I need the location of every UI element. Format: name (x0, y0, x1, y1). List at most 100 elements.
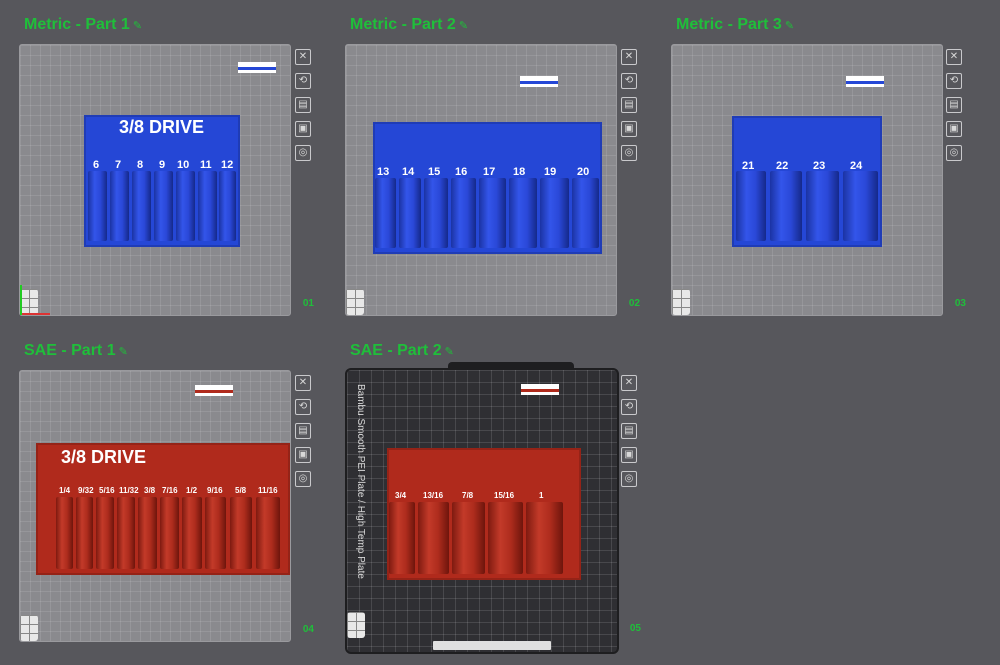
filament-flag (846, 76, 884, 87)
socket-slot (540, 178, 569, 248)
edit-icon[interactable]: ✎ (459, 20, 468, 32)
socket-slot (424, 178, 448, 248)
close-icon[interactable]: ✕ (295, 375, 311, 391)
slot-label: 1/2 (186, 486, 198, 495)
auto-orient-icon[interactable]: ⟲ (295, 399, 311, 415)
slot-label: 3/8 (144, 486, 156, 495)
slot-label: 1 (539, 491, 544, 500)
plate-title-text: Metric - Part 1 (24, 16, 130, 33)
socket-slot (138, 497, 157, 569)
plate-title-5[interactable]: SAE - Part 2 ✎ (350, 342, 454, 360)
plate-title-3[interactable]: Metric - Part 3 ✎ (676, 16, 794, 34)
plate-toolbar-5: ✕ ⟲ ▤ ▣ ◎ (621, 375, 637, 495)
settings-icon[interactable]: ◎ (946, 145, 962, 161)
tray-title: 3/8 DRIVE (61, 447, 147, 467)
plate-corner-grid-icon (672, 289, 690, 315)
plate-title-1[interactable]: Metric - Part 1 ✎ (24, 16, 142, 34)
slot-label: 13 (377, 166, 390, 178)
lock-icon[interactable]: ▣ (295, 121, 311, 137)
edit-icon[interactable]: ✎ (133, 20, 142, 32)
slot-label: 1/4 (59, 486, 71, 495)
socket-slot (76, 497, 93, 569)
filament-flag (521, 384, 559, 395)
slot-label: 11/32 (119, 486, 139, 495)
slot-label: 11/16 (258, 486, 278, 495)
socket-slot (230, 497, 252, 569)
arrange-icon[interactable]: ▤ (295, 423, 311, 439)
edit-icon[interactable]: ✎ (445, 346, 454, 358)
slot-label: 15 (428, 166, 441, 178)
lock-icon[interactable]: ▣ (621, 447, 637, 463)
socket-tray-model[interactable]: 3/8 DRIVE 6 7 8 9 10 11 12 (84, 115, 240, 247)
filament-flag (238, 62, 276, 73)
slot-label: 3/4 (395, 491, 407, 500)
arrange-icon[interactable]: ▤ (621, 97, 637, 113)
arrange-icon[interactable]: ▤ (946, 97, 962, 113)
x-axis-icon (20, 313, 50, 315)
plate-corner-grid-icon (346, 289, 364, 315)
socket-tray-model[interactable]: 3/8 DRIVE 1/4 9/32 5/16 11/32 3/8 7/16 1… (36, 443, 290, 575)
slot-label: 7/16 (162, 486, 178, 495)
plate-number: 05 (629, 623, 641, 634)
y-axis-icon (20, 285, 22, 315)
socket-slot (205, 497, 226, 569)
plate-title-text: Metric - Part 3 (676, 16, 782, 33)
socket-slot (88, 171, 107, 241)
slot-label: 13/16 (423, 491, 444, 500)
plate-toolbar-2: ✕ ⟲ ▤ ▣ ◎ (621, 49, 637, 169)
auto-orient-icon[interactable]: ⟲ (621, 399, 637, 415)
lock-icon[interactable]: ▣ (295, 447, 311, 463)
auto-orient-icon[interactable]: ⟲ (946, 73, 962, 89)
slot-label: 9/32 (78, 486, 94, 495)
plate-title-2[interactable]: Metric - Part 2 ✎ (350, 16, 468, 34)
filament-flag (520, 76, 558, 87)
close-icon[interactable]: ✕ (946, 49, 962, 65)
settings-icon[interactable]: ◎ (621, 471, 637, 487)
socket-tray-model[interactable]: 21 22 23 24 (732, 116, 882, 247)
close-icon[interactable]: ✕ (621, 375, 637, 391)
lock-icon[interactable]: ▣ (621, 121, 637, 137)
socket-slot (56, 497, 73, 569)
socket-slot (219, 171, 236, 241)
lock-icon[interactable]: ▣ (946, 121, 962, 137)
plate-title-4[interactable]: SAE - Part 1 ✎ (24, 342, 128, 360)
close-icon[interactable]: ✕ (295, 49, 311, 65)
socket-slot (572, 178, 599, 248)
slot-label: 16 (455, 166, 468, 178)
socket-slot (110, 171, 129, 241)
slot-label: 14 (402, 166, 415, 178)
build-plate-4[interactable]: 3/8 DRIVE 1/4 9/32 5/16 11/32 3/8 7/16 1… (19, 370, 314, 642)
close-icon[interactable]: ✕ (621, 49, 637, 65)
socket-slot (488, 502, 523, 574)
slot-label: 6 (93, 159, 100, 171)
socket-tray-model[interactable]: 13 14 15 16 17 18 19 20 (373, 122, 602, 254)
plate-number: 03 (954, 298, 966, 309)
build-plate-1[interactable]: 3/8 DRIVE 6 7 8 9 10 11 12 01 (19, 44, 314, 316)
socket-slot (451, 178, 476, 248)
tray-title: 3/8 DRIVE (119, 117, 205, 137)
settings-icon[interactable]: ◎ (621, 145, 637, 161)
slot-label: 10 (177, 159, 190, 171)
slot-label: 17 (483, 166, 496, 178)
socket-slot (736, 171, 766, 241)
auto-orient-icon[interactable]: ⟲ (621, 73, 637, 89)
auto-orient-icon[interactable]: ⟲ (295, 73, 311, 89)
edit-icon[interactable]: ✎ (785, 20, 794, 32)
slot-label: 15/16 (494, 491, 515, 500)
socket-slot (770, 171, 802, 241)
plate-toolbar-1: ✕ ⟲ ▤ ▣ ◎ (295, 49, 311, 169)
settings-icon[interactable]: ◎ (295, 471, 311, 487)
slot-label: 7 (115, 159, 122, 171)
settings-icon[interactable]: ◎ (295, 145, 311, 161)
build-plate-5[interactable]: Bambu Smooth PEI Plate / High Temp Plate… (345, 368, 641, 654)
socket-tray-model[interactable]: 3/4 13/16 7/8 15/16 1 (387, 448, 581, 580)
plate-bottom-strip (433, 641, 551, 650)
plate-number: 02 (628, 298, 640, 309)
build-plate-3[interactable]: 21 22 23 24 03 (671, 44, 966, 316)
socket-slot (132, 171, 151, 241)
build-plate-2[interactable]: 13 14 15 16 17 18 19 20 02 (345, 44, 640, 316)
socket-slot (256, 497, 280, 569)
edit-icon[interactable]: ✎ (119, 346, 128, 358)
arrange-icon[interactable]: ▤ (295, 97, 311, 113)
arrange-icon[interactable]: ▤ (621, 423, 637, 439)
